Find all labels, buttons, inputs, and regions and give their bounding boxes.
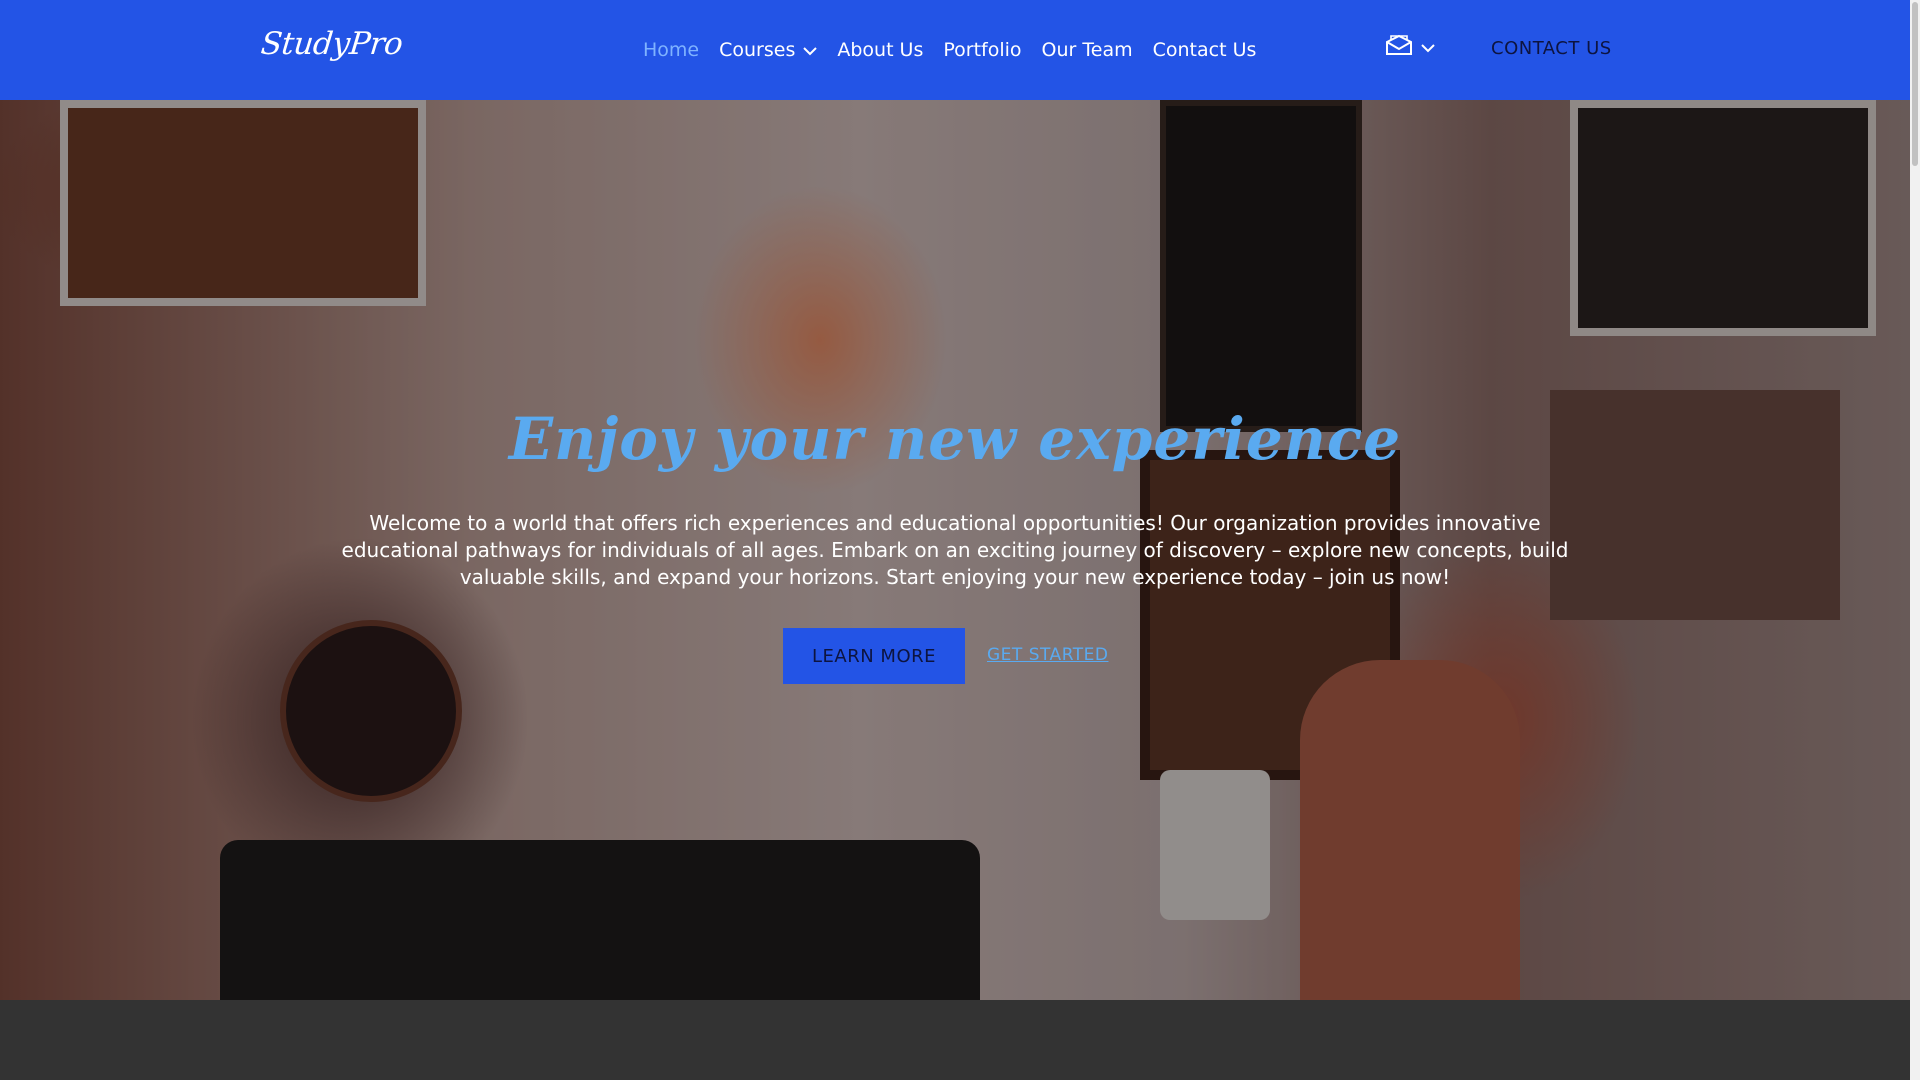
studypro-logo[interactable]: StudyPro xyxy=(259,26,404,62)
nav-courses[interactable]: Courses xyxy=(719,39,818,61)
footer-band xyxy=(0,1000,1910,1080)
nav-courses-label: Courses xyxy=(719,39,796,61)
main-nav: Home Courses About Us Portfolio Our Team… xyxy=(643,38,1256,62)
hero-title: Enjoy your new experience xyxy=(508,405,1402,473)
nav-our-team[interactable]: Our Team xyxy=(1042,39,1133,61)
nav-home[interactable]: Home xyxy=(643,39,699,61)
learn-more-button[interactable]: LEARN MORE xyxy=(783,628,965,684)
hero-section: Enjoy your new experience Welcome to a w… xyxy=(0,100,1910,1000)
scrollbar-thumb[interactable] xyxy=(1912,2,1918,166)
chevron-down-icon xyxy=(803,39,818,61)
mail-dropdown[interactable] xyxy=(1385,34,1435,60)
contact-us-button[interactable]: CONTACT US xyxy=(1491,38,1612,59)
hero-description: Welcome to a world that offers rich expe… xyxy=(341,511,1569,589)
nav-contact-us[interactable]: Contact Us xyxy=(1153,39,1257,61)
nav-about-us[interactable]: About Us xyxy=(837,39,923,61)
get-started-link[interactable]: GET STARTED xyxy=(987,645,1108,665)
nav-portfolio[interactable]: Portfolio xyxy=(943,39,1021,61)
page-scrollbar[interactable] xyxy=(1910,0,1920,1080)
chevron-down-icon xyxy=(1421,38,1435,57)
envelope-open-icon xyxy=(1385,34,1413,60)
top-navbar: StudyPro Home Courses About Us Portfolio… xyxy=(0,0,1910,100)
